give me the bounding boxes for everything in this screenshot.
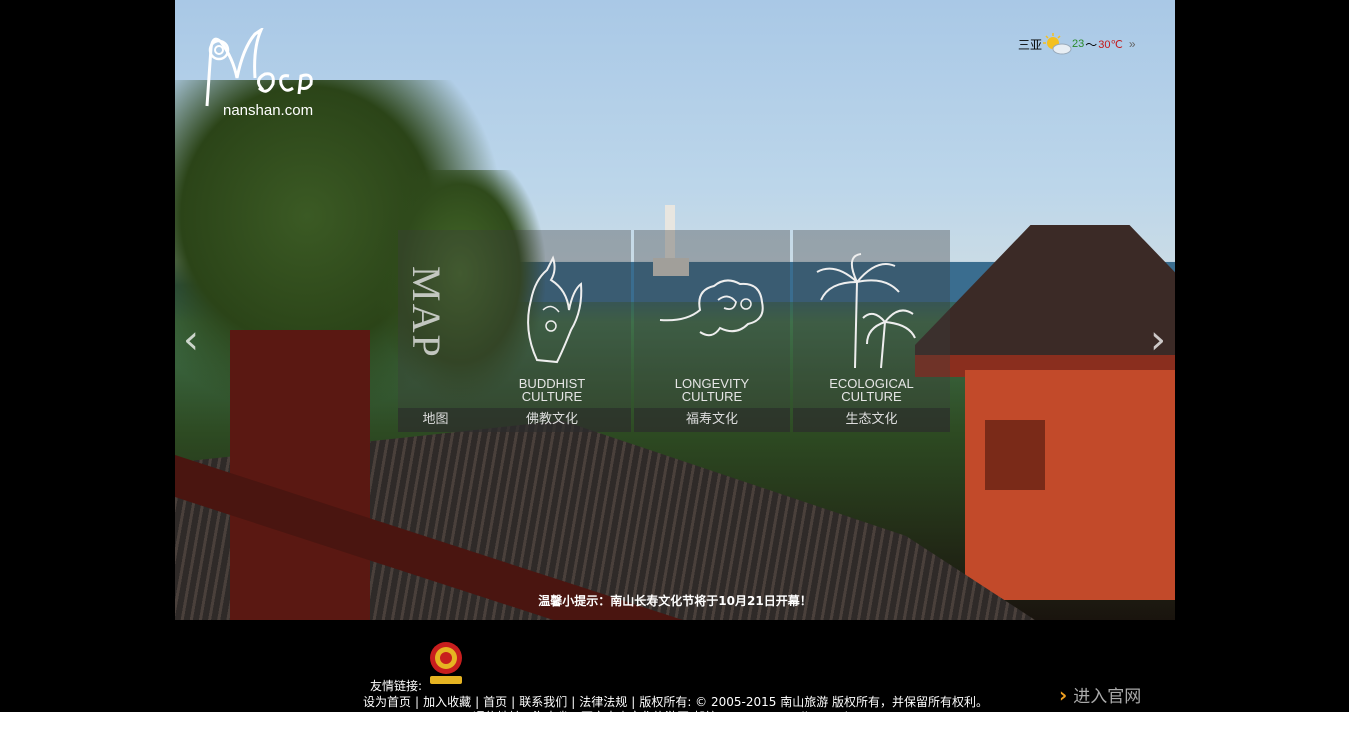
footer-link-home[interactable]: 首页 [483,695,507,709]
auspicious-cloud-icon [659,279,764,337]
menu-label-map: 地图 [398,408,473,432]
weather-more-link[interactable]: » [1129,37,1136,51]
footer-separator: | [571,695,576,709]
weather-widget[interactable]: 三亚 23 ～ 30℃ » [1018,33,1136,55]
police-badge-icon[interactable] [428,640,464,686]
menu-item-ecological-culture[interactable]: ECOLOGICAL CULTURE 生态文化 [793,230,950,432]
map-text-icon: MAP [404,266,449,359]
footer-separator: | [415,695,420,709]
footer-copyright: 版权所有: © 2005-2015 南山旅游 版权所有，并保留所有权利。 [639,695,989,709]
chevron-right-icon: › [1059,682,1068,707]
menu-en-longevity: LONGEVITY CULTURE [634,377,790,403]
hero-banner: nanshan.com 三亚 23 ～ 30℃ » ‹ › MAP 地图 BUD… [175,0,1175,620]
footer-separator: | [475,695,480,709]
weather-city: 三亚 [1018,37,1043,52]
nanshan-logo-icon [205,28,313,107]
buddha-hand-icon [527,255,583,364]
slider-prev-arrow[interactable]: ‹ [183,320,199,360]
weather-high: 30℃ [1098,38,1123,51]
enter-site-button[interactable]: › 进入官网 [1059,682,1142,708]
weather-separator: ～ [1085,37,1098,52]
menu-label-buddhist: 佛教文化 [473,408,631,432]
menu-en-line2: CULTURE [681,389,743,404]
footer-link-set-homepage[interactable]: 设为首页 [363,695,411,709]
menu-item-longevity-culture[interactable]: LONGEVITY CULTURE 福寿文化 [634,230,790,432]
footer-link-add-favorite[interactable]: 加入收藏 [423,695,471,709]
menu-en-line2: CULTURE [841,389,902,404]
footer: 友情链接: 设为首页 | 加入收藏 | 首页 | 联系我们 | 法律法规 | 版权所有: © 200… [0,620,1349,724]
footer-link-legal[interactable]: 法律法规 [579,695,627,709]
notice-text: 温馨小提示：南山长寿文化节将于10月21日开幕！ [538,594,812,608]
scenery-pavilion-window [985,420,1045,490]
slider-next-arrow[interactable]: › [1150,320,1166,360]
menu-en-ecological: ECOLOGICAL CULTURE [793,377,950,403]
enter-site-label: 进入官网 [1073,687,1142,707]
footer-address: 通信地址：海南省三亚市南山文化旅游区 邮编:572025 E-mail: nan… [473,710,925,724]
menu-en-buddhist: BUDDHIST CULTURE [473,377,631,403]
footer-separator: | [511,695,516,709]
menu-en-line2: CULTURE [521,389,583,404]
scenery-red-beam [230,330,370,620]
menu-item-map[interactable]: MAP 地图 [398,230,473,432]
sun-cloud-icon [1043,33,1072,55]
site-logo[interactable]: nanshan.com [203,28,323,124]
palm-tree-icon [816,253,916,369]
menu-item-buddhist-culture[interactable]: BUDDHIST CULTURE 佛教文化 [473,230,631,432]
menu-label-longevity: 福寿文化 [634,408,790,432]
logo-text: nanshan.com [223,102,314,119]
menu-label-ecological: 生态文化 [793,408,950,432]
footer-separator: | [631,695,636,709]
friend-links-label: 友情链接: [370,679,423,693]
footer-link-contact[interactable]: 联系我们 [519,695,567,709]
weather-low: 23 [1072,38,1085,50]
